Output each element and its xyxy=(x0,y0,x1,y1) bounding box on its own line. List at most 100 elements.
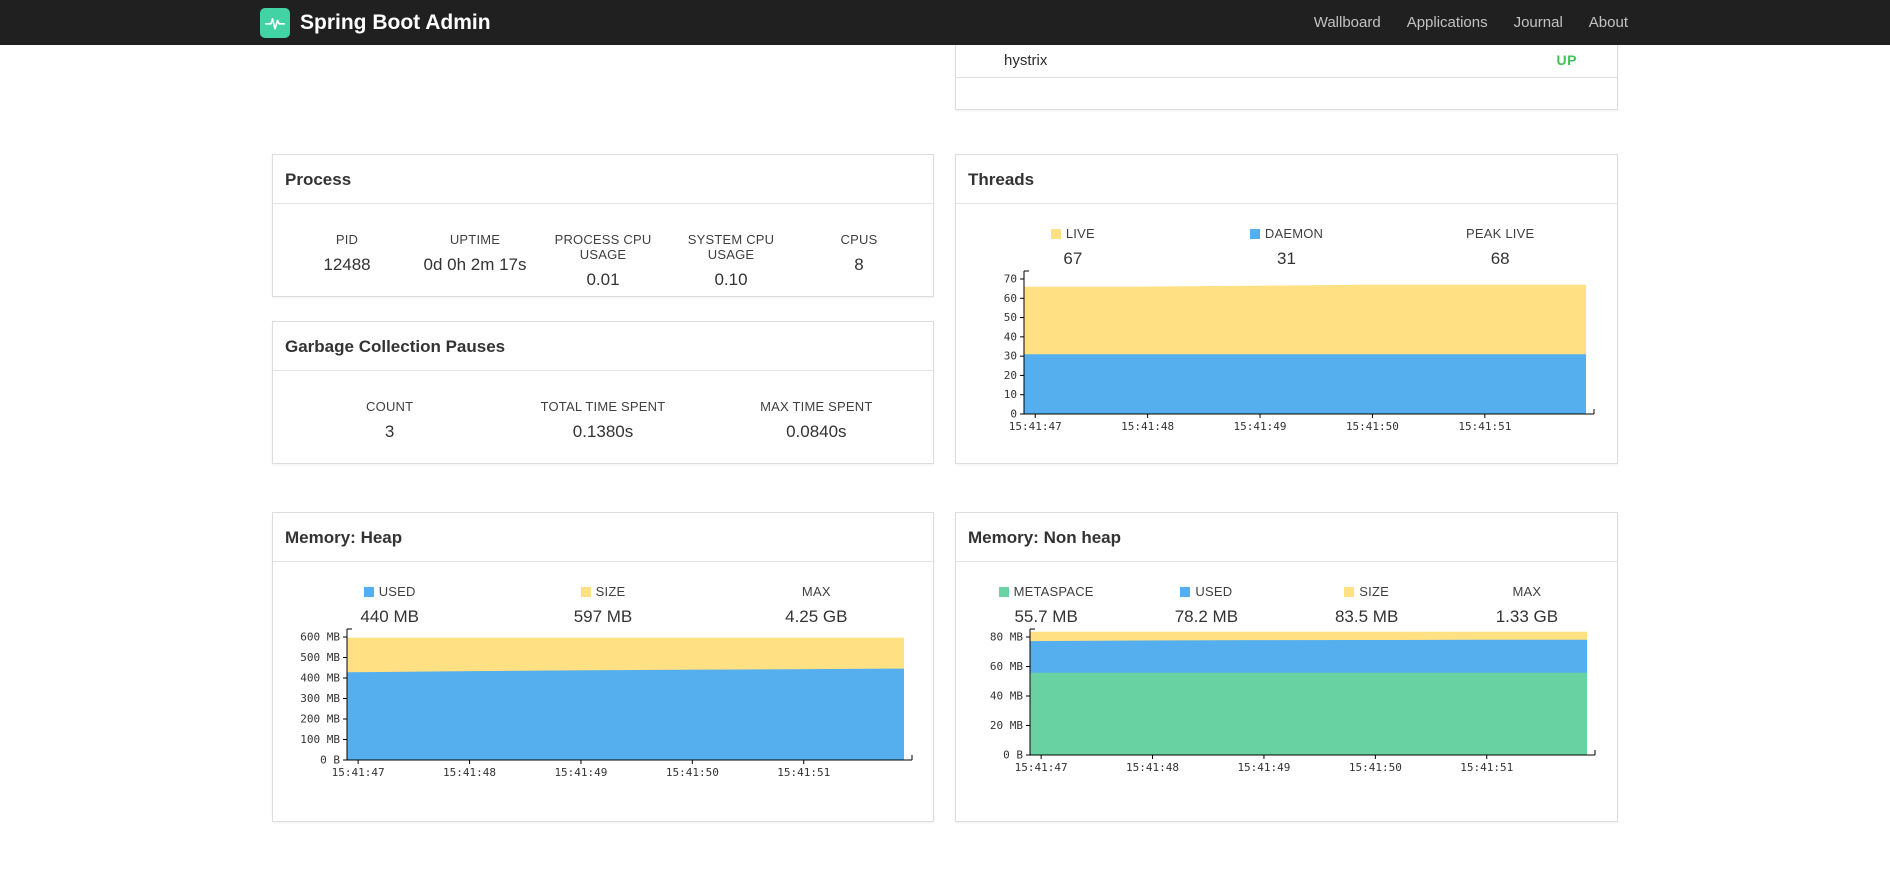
stat-label: PROCESS CPU USAGE xyxy=(554,232,652,262)
legend-item-used: USED 440 MB xyxy=(283,584,496,627)
heap-legend: USED 440 MB SIZE 597 MB MAX 4.25 GB xyxy=(273,562,933,627)
legend-value: 55.7 MB xyxy=(1014,607,1078,626)
stat-value: 0.10 xyxy=(714,270,748,289)
metaspace-swatch-icon xyxy=(998,586,1009,597)
legend-value: 68 xyxy=(1490,249,1510,268)
stat-gc-total-time: TOTAL TIME SPENT 0.1380s xyxy=(496,399,709,442)
svg-text:400 MB: 400 MB xyxy=(300,672,340,685)
stat-label: TOTAL TIME SPENT xyxy=(540,399,666,414)
svg-text:0 B: 0 B xyxy=(1003,749,1023,762)
legend-label: LIVE xyxy=(1065,226,1095,241)
stat-label: SYSTEM CPU USAGE xyxy=(687,232,775,262)
gc-pauses-panel: Garbage Collection Pauses COUNT 3 TOTAL … xyxy=(272,321,934,464)
service-row-hystrix[interactable]: hystrix UP xyxy=(956,49,1617,78)
svg-text:15:41:50: 15:41:50 xyxy=(665,766,718,779)
navbar: Spring Boot Admin Wallboard Applications… xyxy=(0,0,1890,45)
svg-text:60 MB: 60 MB xyxy=(990,660,1023,673)
stat-label: COUNT xyxy=(366,399,414,414)
legend-item-max: MAX 1.33 GB xyxy=(1447,584,1607,627)
nonheap-memory-chart: 0 B 20 MB 40 MB 60 MB 80 MB 15:41:47 15:41:48 1… xyxy=(956,627,1617,779)
svg-text:20: 20 xyxy=(1003,369,1016,382)
stat-gc-count: COUNT 3 xyxy=(283,399,496,442)
nav-links: Wallboard Applications Journal About xyxy=(1301,14,1630,31)
brand[interactable]: Spring Boot Admin xyxy=(260,7,491,38)
legend-item-live: LIVE 67 xyxy=(966,226,1180,269)
stat-value: 0d 0h 2m 17s xyxy=(423,255,527,274)
svg-text:60: 60 xyxy=(1003,292,1016,305)
legend-value: 1.33 GB xyxy=(1495,607,1559,626)
legend-item-used: USED 78.2 MB xyxy=(1126,584,1286,627)
nav-item-wallboard[interactable]: Wallboard xyxy=(1301,14,1394,31)
service-name: hystrix xyxy=(1004,52,1048,69)
heap-panel-title: Memory: Heap xyxy=(273,513,933,562)
stat-process-cpu-usage: PROCESS CPU USAGE 0.01 xyxy=(539,232,667,290)
svg-text:15:41:48: 15:41:48 xyxy=(1126,761,1179,774)
svg-text:600 MB: 600 MB xyxy=(300,631,340,644)
legend-label: MAX xyxy=(801,584,831,599)
nav-item-applications[interactable]: Applications xyxy=(1394,14,1501,31)
svg-text:15:41:49: 15:41:49 xyxy=(554,766,607,779)
stat-label: CPUS xyxy=(840,232,878,247)
legend-value: 31 xyxy=(1277,249,1296,268)
panel-bottom-pad xyxy=(956,78,1617,109)
legend-label: SIZE xyxy=(1359,584,1389,599)
legend-label: METASPACE xyxy=(1013,584,1094,599)
legend-value: 83.5 MB xyxy=(1334,607,1399,626)
stat-gc-max-time: MAX TIME SPENT 0.0840s xyxy=(710,399,923,442)
svg-text:0: 0 xyxy=(1010,408,1017,421)
legend-value: 67 xyxy=(1063,249,1083,268)
stat-label: MAX TIME SPENT xyxy=(760,399,873,414)
legend-item-daemon: DAEMON 31 xyxy=(1180,226,1394,269)
svg-text:70: 70 xyxy=(1003,273,1016,286)
legend-item-metaspace: METASPACE 55.7 MB xyxy=(966,584,1126,627)
legend-label: USED xyxy=(378,584,416,599)
stat-value: 0.0840s xyxy=(786,422,847,441)
daemon-swatch-icon xyxy=(1249,228,1260,239)
legend-label: DAEMON xyxy=(1264,226,1324,241)
legend-value: 4.25 GB xyxy=(785,607,848,626)
nav-item-journal[interactable]: Journal xyxy=(1501,14,1576,31)
svg-text:100 MB: 100 MB xyxy=(300,733,340,746)
svg-text:500 MB: 500 MB xyxy=(300,651,340,664)
svg-text:15:41:51: 15:41:51 xyxy=(1460,761,1513,774)
svg-text:300 MB: 300 MB xyxy=(300,692,340,705)
legend-item-peak-live: PEAK LIVE 68 xyxy=(1393,226,1607,269)
svg-text:15:41:51: 15:41:51 xyxy=(777,766,830,779)
nav-item-about[interactable]: About xyxy=(1576,14,1630,31)
stat-label: UPTIME xyxy=(449,232,501,247)
process-stats-row: PID 12488 UPTIME 0d 0h 2m 17s PROCESS CP… xyxy=(273,204,933,290)
svg-text:15:41:49: 15:41:49 xyxy=(1237,761,1290,774)
svg-text:15:41:47: 15:41:47 xyxy=(1008,420,1061,433)
svg-text:15:41:51: 15:41:51 xyxy=(1458,420,1511,433)
legend-value: 440 MB xyxy=(360,607,419,626)
svg-text:40: 40 xyxy=(1003,330,1016,343)
stat-value: 0.01 xyxy=(586,270,620,289)
stat-cpus: CPUS 8 xyxy=(795,232,923,290)
memory-nonheap-panel: Memory: Non heap METASPACE 55.7 MB USED … xyxy=(955,512,1618,822)
size-swatch-icon xyxy=(580,586,591,597)
threads-legend: LIVE 67 DAEMON 31 PEAK LIVE 68 xyxy=(956,204,1617,269)
stat-value: 8 xyxy=(854,255,864,274)
used-swatch-icon xyxy=(1180,586,1191,597)
stat-uptime: UPTIME 0d 0h 2m 17s xyxy=(411,232,539,290)
svg-text:10: 10 xyxy=(1003,388,1016,401)
status-badge: UP xyxy=(1556,52,1577,68)
stat-value: 0.1380s xyxy=(572,422,634,441)
svg-text:15:41:50: 15:41:50 xyxy=(1345,420,1398,433)
app-logo-icon xyxy=(260,7,290,38)
stat-value: 12488 xyxy=(323,255,371,274)
memory-heap-panel: Memory: Heap USED 440 MB SIZE 597 MB MAX… xyxy=(272,512,934,822)
svg-text:15:41:50: 15:41:50 xyxy=(1349,761,1402,774)
svg-text:40 MB: 40 MB xyxy=(990,690,1023,703)
svg-text:15:41:49: 15:41:49 xyxy=(1233,420,1286,433)
stat-pid: PID 12488 xyxy=(283,232,411,290)
used-swatch-icon xyxy=(363,586,374,597)
navbar-inner: Spring Boot Admin Wallboard Applications… xyxy=(260,0,1630,45)
svg-text:20 MB: 20 MB xyxy=(990,719,1023,732)
legend-value: 597 MB xyxy=(573,607,633,626)
svg-text:200 MB: 200 MB xyxy=(300,713,340,726)
size-swatch-icon xyxy=(1344,586,1355,597)
svg-text:0 B: 0 B xyxy=(320,754,340,767)
main-content: hystrix UP Process PID 12488 UPTIME 0d 0… xyxy=(272,2,1618,892)
brand-title: Spring Boot Admin xyxy=(300,10,491,34)
